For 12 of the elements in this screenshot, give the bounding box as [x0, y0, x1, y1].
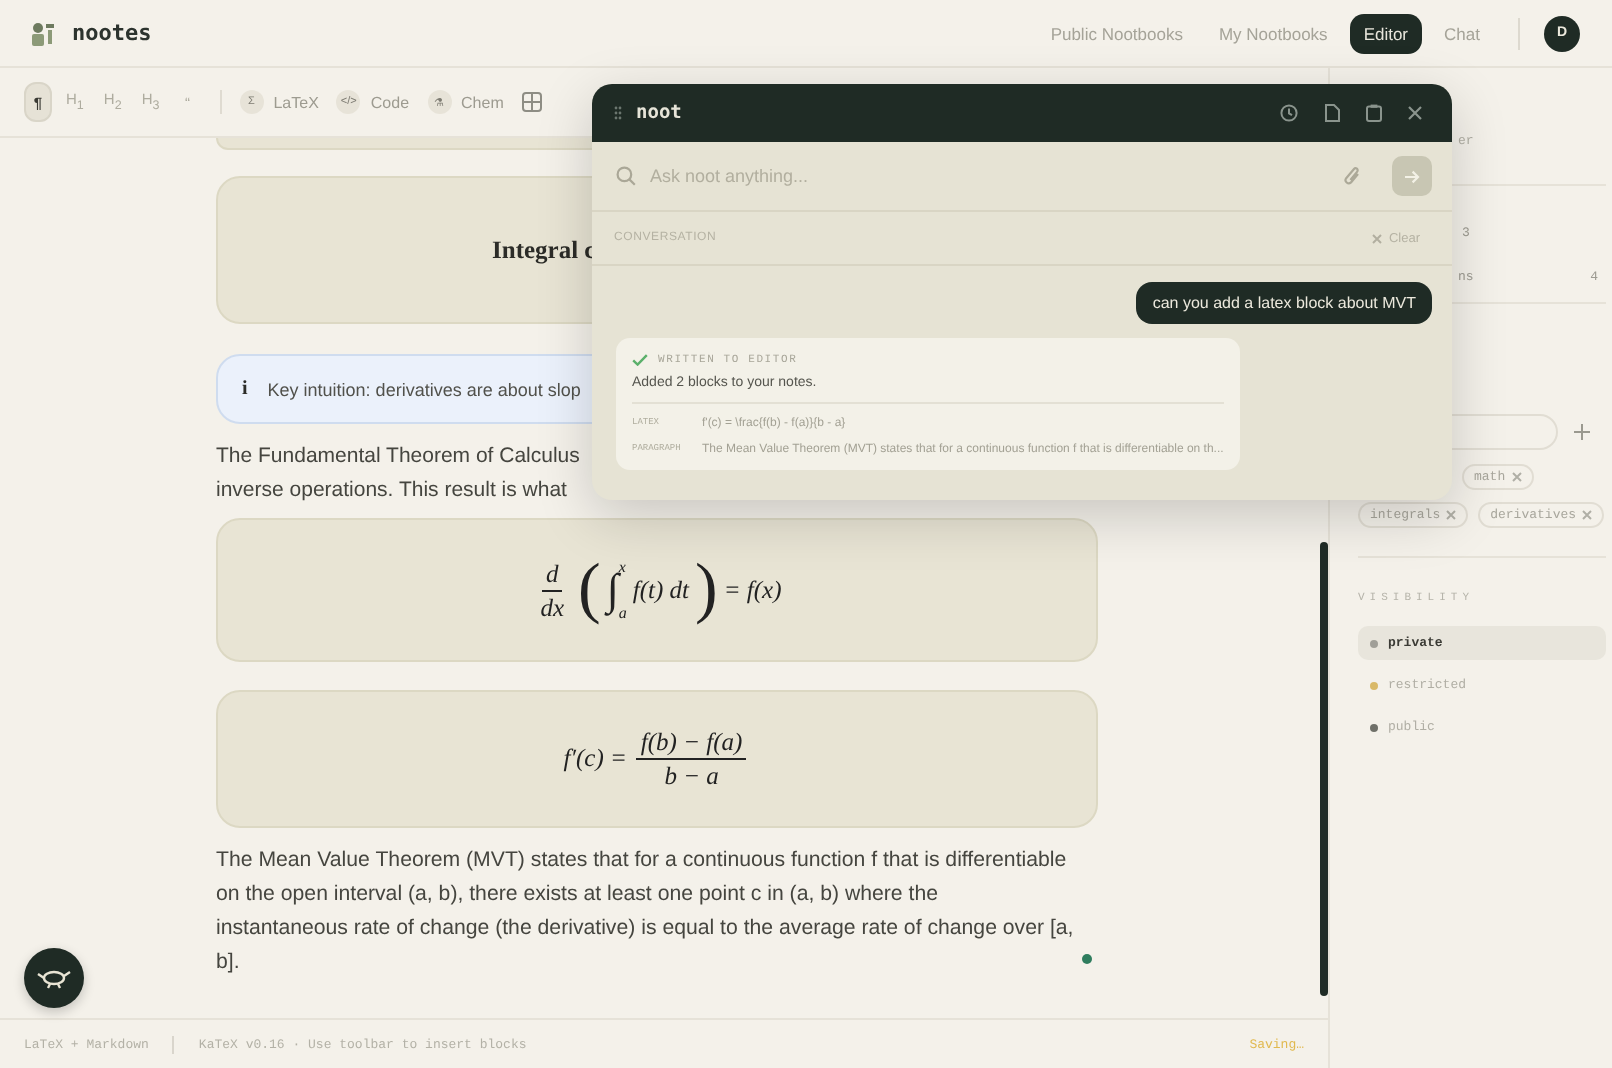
nav-link[interactable]: Editor: [1349, 13, 1423, 53]
paragraph-line: inverse operations. This result is what: [216, 476, 567, 506]
nav-link[interactable]: Chat: [1430, 13, 1494, 53]
nav-link[interactable]: Public Nootbooks: [1036, 13, 1197, 53]
callout-text: Key intuition: derivatives are about slop: [267, 379, 581, 399]
user-message: can you add a latex block about MVT: [1136, 282, 1432, 324]
app-logo: nootes: [72, 20, 152, 46]
chat-title: noot: [636, 102, 682, 124]
paragraph-line: The Fundamental Theorem of Calculus: [216, 442, 580, 472]
paragraph: The Mean Value Theorem (MVT) states that for a continuous function f that is differentiable on the open interval (a, b), there exists at least one point c in (a, b) where the instantaneous rate of change (the derivative) is equal to the average rate of change over [a, b].: [216, 846, 1074, 978]
nav-link[interactable]: My Nootbooks: [1204, 13, 1342, 53]
info-icon: i: [242, 378, 248, 400]
